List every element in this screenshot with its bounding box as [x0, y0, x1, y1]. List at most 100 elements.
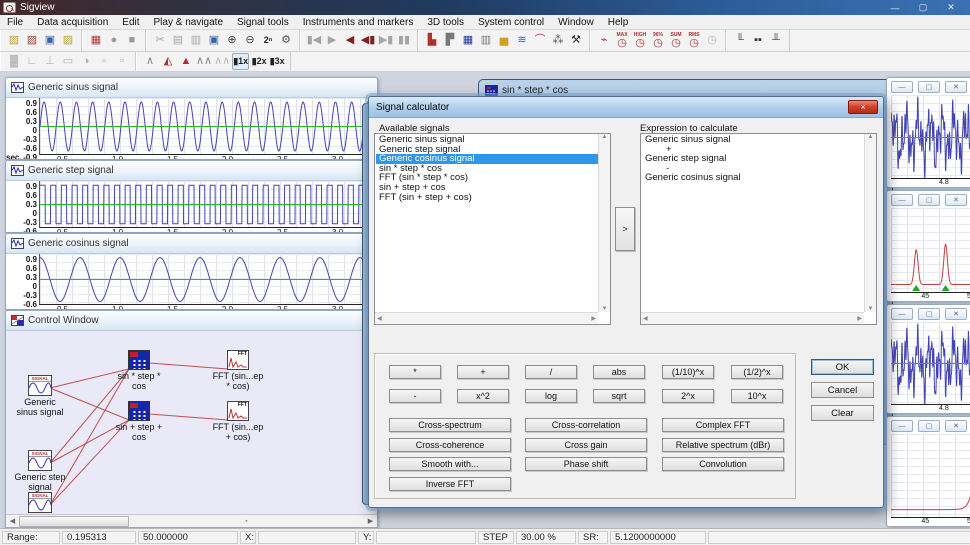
clear-button[interactable]: Clear — [811, 405, 874, 421]
func-button-complex-fft[interactable]: Complex FFT — [662, 418, 784, 432]
maximize-icon[interactable]: ▢ — [918, 420, 940, 432]
scroll-up-icon[interactable]: ▲ — [865, 134, 876, 140]
data-acquisition-icon[interactable]: ▦ — [88, 32, 104, 49]
scroll-left-icon[interactable]: ◀ — [377, 315, 382, 322]
list-item[interactable]: Generic sinus signal — [642, 135, 864, 145]
signal-window-titlebar[interactable]: Generic cosinus signal — [6, 234, 377, 254]
vertical-scrollbar[interactable]: ▲▼ — [864, 134, 876, 312]
op-button-log[interactable]: log — [525, 389, 577, 403]
calculator-node-icon[interactable] — [128, 401, 150, 421]
graph-node-signal[interactable]: SIGNALGeneric step signal — [13, 450, 67, 492]
func-button-smooth-with-[interactable]: Smooth with... — [389, 457, 511, 471]
close-icon[interactable]: ✕ — [945, 308, 967, 320]
minimize-icon[interactable]: — — [891, 308, 913, 320]
zoom-in-icon[interactable]: ⊕ — [224, 32, 240, 49]
scatter-tool-icon[interactable]: ⁂ — [550, 32, 566, 49]
horizontal-scrollbar[interactable]: ◀▶ — [375, 312, 598, 324]
op-button-10x[interactable]: 10^x — [731, 389, 783, 403]
op-button-[interactable]: / — [525, 365, 577, 379]
scroll-left-icon[interactable]: ◀ — [6, 517, 19, 525]
close-icon[interactable]: ✕ — [945, 81, 967, 93]
maximize-icon[interactable]: ▢ — [910, 2, 936, 14]
high-detector-icon[interactable]: HIGH◷ — [632, 32, 648, 49]
control-window-titlebar[interactable]: Control Window — [6, 311, 377, 331]
scroll-thumb[interactable] — [19, 516, 129, 527]
op-button-[interactable]: * — [389, 365, 441, 379]
available-signals-list[interactable]: Generic sinus signalGeneric step signalG… — [374, 133, 611, 325]
right-window-plot[interactable] — [891, 434, 970, 518]
scroll-down-icon[interactable]: ▼ — [865, 306, 876, 312]
zoom-2x-button[interactable]: ▮2x — [251, 53, 267, 70]
signal-generator-icon[interactable]: ▅ — [496, 32, 512, 49]
control-window[interactable]: Control WindowSIGNALGeneric sinus signal… — [5, 310, 378, 528]
op-button-[interactable]: - — [389, 389, 441, 403]
peak-fill-icon[interactable]: ▲ — [178, 53, 194, 70]
func-button-convolution[interactable]: Convolution — [662, 457, 784, 471]
peak-fill-half-icon[interactable]: ◭ — [160, 53, 176, 70]
signal-window-2[interactable]: Generic step signal0.90.60.30-0.3-0.6sec… — [5, 160, 378, 233]
menu-instruments-and-markers[interactable]: Instruments and markers — [296, 15, 421, 30]
minimize-icon[interactable]: — — [891, 194, 913, 206]
menu-system-control[interactable]: System control — [471, 15, 551, 30]
menu-3d-tools[interactable]: 3D tools — [420, 15, 471, 30]
app-titlebar[interactable]: Sigview — ▢ ✕ — [0, 0, 970, 15]
max-detector-icon[interactable]: MAX◷ — [614, 32, 630, 49]
open-file-icon[interactable]: ▨ — [6, 32, 22, 49]
signal-node-icon[interactable]: SIGNAL — [28, 492, 52, 513]
peak-line-icon[interactable]: ∧ — [142, 53, 158, 70]
open-workspace-icon[interactable]: ▨ — [60, 32, 76, 49]
dialog-titlebar[interactable]: Signal calculator× — [369, 97, 883, 118]
menu-help[interactable]: Help — [601, 15, 636, 30]
right-window-plot[interactable] — [891, 322, 970, 405]
menu-edit[interactable]: Edit — [115, 15, 146, 30]
close-icon[interactable]: ✕ — [938, 2, 964, 14]
rms-detector-icon[interactable]: RMS◷ — [686, 32, 702, 49]
right-window-plot[interactable] — [891, 208, 970, 293]
sum-detector-icon[interactable]: SUM◷ — [668, 32, 684, 49]
maximize-icon[interactable]: ▢ — [918, 194, 940, 206]
op-button-110x[interactable]: (1/10)^x — [662, 365, 714, 379]
zoom-power-icon[interactable]: 2ⁿ — [260, 32, 276, 49]
func-button-cross-spectrum[interactable]: Cross-spectrum — [389, 418, 511, 432]
menu-play-navigate[interactable]: Play & navigate — [147, 15, 231, 30]
right-window-2[interactable]: —▢✕455 — [886, 190, 970, 302]
right-window-3[interactable]: —▢✕4.8 — [886, 304, 970, 414]
vertical-scrollbar[interactable]: ▲▼ — [598, 134, 610, 312]
zoom-3x-button[interactable]: ▮3x — [269, 53, 285, 70]
tools-icon[interactable]: ⚒ — [568, 32, 584, 49]
signal-plot[interactable] — [39, 181, 377, 228]
right-window-1[interactable]: —▢✕4.8 — [886, 77, 970, 188]
graph-node-signal[interactable]: SIGNAL — [13, 492, 67, 514]
signal-plot[interactable] — [39, 98, 377, 155]
horizontal-scrollbar[interactable]: ◀▶ — [641, 312, 864, 324]
func-button-relative-spectrum-dbr-[interactable]: Relative spectrum (dBr) — [662, 438, 784, 452]
spectrum-3d-icon[interactable]: ⌒ — [532, 32, 548, 49]
peaks-small-icon[interactable]: ∧∧ — [196, 53, 212, 70]
func-button-cross-gain[interactable]: Cross gain — [525, 438, 647, 452]
minimize-icon[interactable]: — — [882, 2, 908, 14]
zoom-out-icon[interactable]: ⊖ — [242, 32, 258, 49]
menu-signal-tools[interactable]: Signal tools — [230, 15, 296, 30]
right-window-4[interactable]: —▢✕455 — [886, 416, 970, 527]
op-button-sqrt[interactable]: sqrt — [593, 389, 645, 403]
minimize-icon[interactable]: — — [891, 420, 913, 432]
play-sound-icon[interactable]: ◀ — [342, 32, 358, 49]
close-icon[interactable]: ✕ — [945, 194, 967, 206]
peaks-dotted-icon[interactable]: ∧∧ — [214, 53, 230, 70]
func-button-cross-coherence[interactable]: Cross-coherence — [389, 438, 511, 452]
signal-window-titlebar[interactable]: Generic step signal — [6, 161, 377, 181]
expression-list[interactable]: Generic sinus signal+Generic step signal… — [640, 133, 877, 325]
op-button-[interactable]: + — [457, 365, 509, 379]
func-button-cross-correlation[interactable]: Cross-correlation — [525, 418, 647, 432]
op-button-12x[interactable]: (1/2)^x — [731, 365, 783, 379]
play-sound-loop-icon[interactable]: ◀▮ — [360, 32, 376, 49]
open-recent-icon[interactable]: ▨ — [24, 32, 40, 49]
copy-image-icon[interactable]: ▣ — [206, 32, 222, 49]
list-item[interactable]: FFT (sin + step + cos) — [376, 193, 598, 203]
graph-node-calc[interactable]: sin * step * cos — [112, 350, 166, 391]
fft-icon[interactable]: ▙ — [424, 32, 440, 49]
maximize-icon[interactable]: ▢ — [918, 308, 940, 320]
signal-node-icon[interactable]: SIGNAL — [28, 450, 52, 471]
calculator-icon[interactable]: ▦ — [460, 32, 476, 49]
scroll-right-icon[interactable]: ▶ — [857, 315, 862, 322]
